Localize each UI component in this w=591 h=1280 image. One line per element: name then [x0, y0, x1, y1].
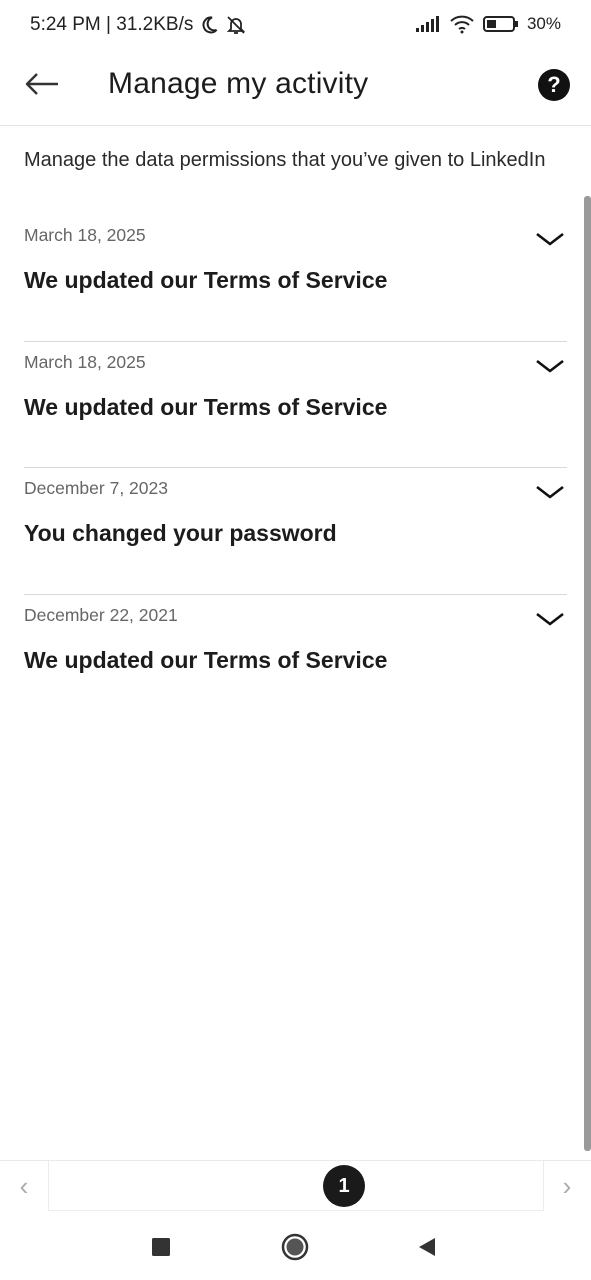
activity-title: We updated our Terms of Service [24, 646, 388, 673]
chevron-down-icon[interactable] [535, 484, 565, 500]
activity-title: You changed your password [24, 520, 337, 546]
pager-prev-button[interactable]: ‹ [12, 1171, 36, 1201]
page-title: Manage my activity [108, 67, 369, 100]
pager-next-button[interactable]: › [555, 1171, 579, 1201]
back-button[interactable] [22, 66, 62, 106]
help-icon: ? [547, 72, 561, 97]
recents-button[interactable] [144, 1230, 178, 1264]
scrollbar[interactable] [584, 196, 591, 1151]
activity-item[interactable]: December 7, 2023 You changed your passwo… [24, 468, 567, 595]
app-header: Manage my activity ? [0, 52, 591, 126]
main-content: Manage the data permissions that you’ve … [0, 127, 591, 1160]
triangle-back-icon [419, 1238, 435, 1256]
status-time-speed: 5:24 PM | 31.2KB/s [30, 14, 194, 35]
activity-title: We updated our Terms of Service [24, 393, 388, 420]
chevron-down-icon[interactable] [535, 611, 565, 627]
wifi-icon [449, 14, 475, 34]
status-bar: 5:24 PM | 31.2KB/s 30% [0, 0, 591, 52]
bell-muted-icon [225, 14, 247, 36]
status-right: 30% [415, 14, 561, 34]
system-back-button[interactable] [410, 1230, 444, 1264]
circle-icon [281, 1233, 309, 1261]
activity-item[interactable]: March 18, 2025 We updated our Terms of S… [24, 342, 567, 468]
activity-date: December 22, 2021 [24, 604, 178, 625]
activity-title: We updated our Terms of Service [24, 267, 388, 293]
battery-percent: 30% [526, 14, 561, 33]
arrow-left-icon [24, 72, 60, 101]
pager-track: 1 [48, 1161, 544, 1211]
activity-date: December 7, 2023 [24, 478, 168, 498]
activity-date: March 18, 2025 [24, 225, 146, 245]
activity-list: March 18, 2025 We updated our Terms of S… [24, 215, 567, 721]
activity-item[interactable]: December 22, 2021 We updated our Terms o… [24, 595, 567, 722]
activity-item[interactable]: March 18, 2025 We updated our Terms of S… [24, 215, 567, 342]
moon-icon [199, 15, 219, 35]
battery-icon [482, 15, 519, 33]
home-button[interactable] [278, 1230, 312, 1264]
chevron-down-icon[interactable] [535, 358, 565, 374]
intro-text: Manage the data permissions that you’ve … [24, 149, 546, 171]
system-nav-bar [0, 1212, 591, 1280]
page-number-badge[interactable]: 1 [323, 1165, 365, 1207]
help-button[interactable]: ? [538, 69, 570, 101]
status-left: 5:24 PM | 31.2KB/s [30, 14, 247, 36]
pager-bar: ‹ 1 › [0, 1160, 591, 1211]
square-icon [152, 1238, 170, 1256]
signal-icon [415, 15, 441, 33]
chevron-down-icon[interactable] [535, 231, 565, 247]
activity-date: March 18, 2025 [24, 351, 146, 372]
